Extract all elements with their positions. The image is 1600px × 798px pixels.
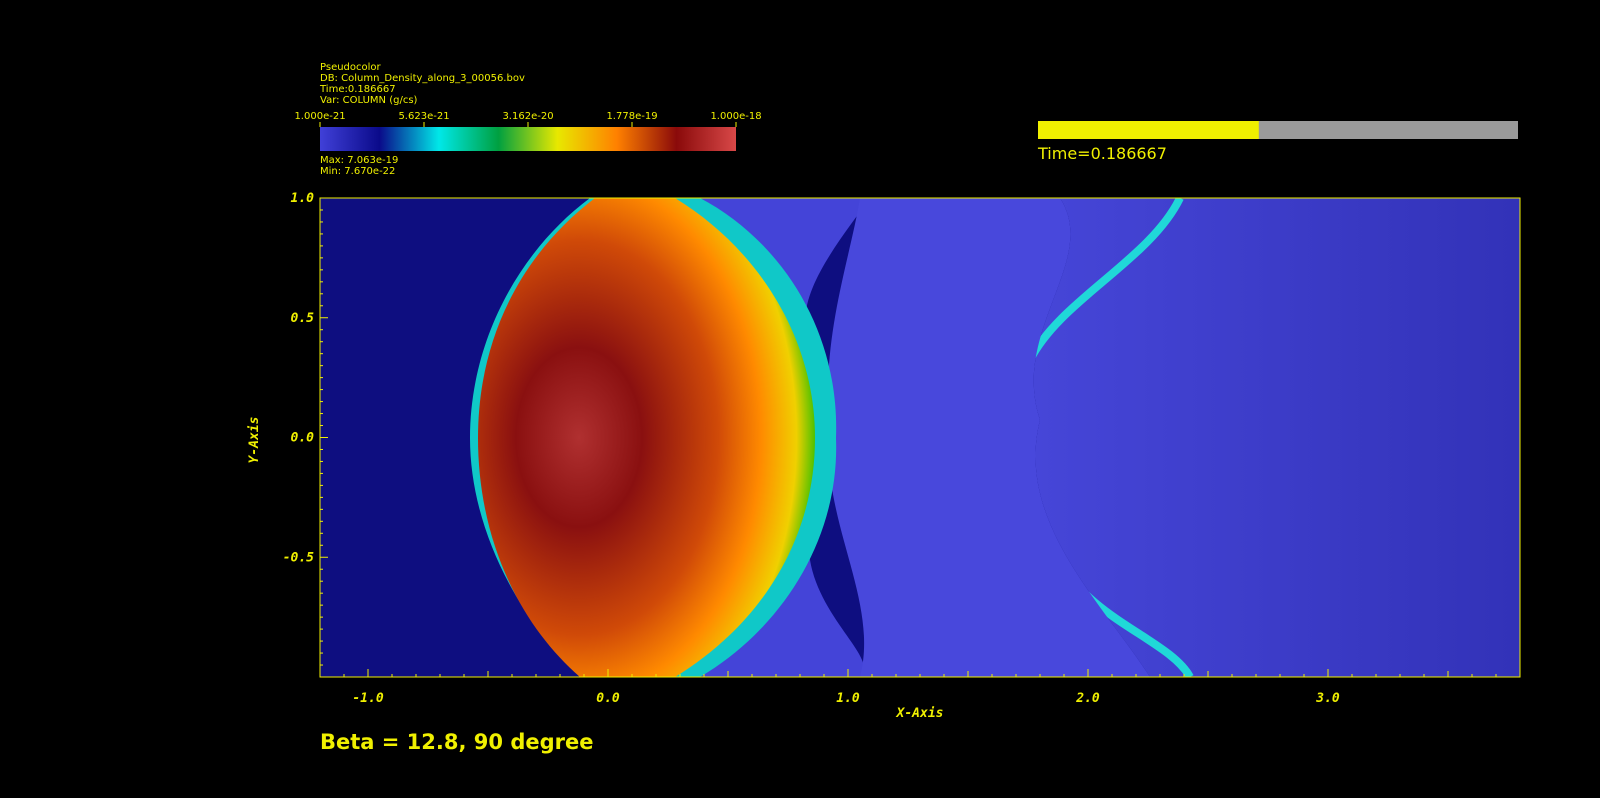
y-axis-tick-label: -0.5 <box>283 550 314 565</box>
x-axis-tick-label: 3.0 <box>1315 691 1340 706</box>
downstream-region <box>1033 198 1520 677</box>
x-axis-tick-label: -1.0 <box>352 691 383 706</box>
y-axis-tick-label: 1.0 <box>291 191 315 206</box>
y-axis-tick-label: 0.0 <box>291 431 315 446</box>
x-axis-tick-label: 1.0 <box>836 691 860 706</box>
y-axis-tick-label: 0.5 <box>291 311 315 326</box>
x-axis-tick-label: 2.0 <box>1075 691 1100 706</box>
x-axis-tick-label: 0.0 <box>596 691 620 706</box>
plot-area <box>320 198 1520 677</box>
caption-title: Beta = 12.8, 90 degree <box>320 730 594 754</box>
time-label: Time=0.186667 <box>1038 144 1167 163</box>
time-bar-fill <box>1038 121 1259 139</box>
y-axis-label: Y-Axis <box>247 417 262 464</box>
x-axis-label: X-Axis <box>896 706 944 721</box>
pseudocolor-plot: -1.0 0.0 1.0 2.0 3.0 1.0 0.5 0.0 -0.5 X-Axis Y-… <box>247 121 1521 721</box>
